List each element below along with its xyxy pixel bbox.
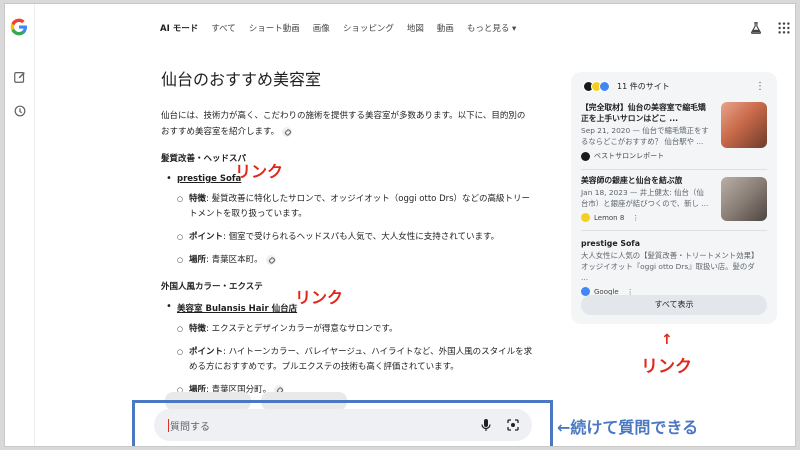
source-favicons	[583, 81, 610, 92]
link-chip-icon[interactable]	[265, 254, 276, 265]
mic-icon[interactable]	[480, 418, 492, 432]
source-card[interactable]: 美容師の銀座と仙台を結ぶ旅 Jan 18, 2023 — 井上健太: 仙台（仙台…	[581, 175, 767, 222]
search-placeholder: 質問する	[170, 422, 210, 433]
detail-item: 特徴: エクステとデザインカラーが得意なサロンです。	[161, 322, 533, 337]
apps-grid-icon[interactable]	[777, 21, 791, 35]
tab-ai-mode[interactable]: AI モード	[160, 22, 198, 34]
favicon-icon	[599, 81, 610, 92]
browser-frame: AI モード すべて ショート動画 画像 ショッピング 地図 動画 もっと見る …	[4, 3, 796, 447]
annotation-link-label: リンク	[235, 162, 284, 181]
history-icon[interactable]	[13, 104, 27, 118]
section-heading: 外国人風カラー・エクステ	[161, 282, 263, 292]
labs-flask-icon[interactable]	[749, 21, 763, 35]
tab-all[interactable]: すべて	[211, 22, 236, 34]
card-divider	[581, 169, 767, 170]
card-divider	[581, 230, 767, 231]
more-options-icon[interactable]: ⋮	[755, 81, 765, 92]
favicon-icon	[581, 213, 590, 222]
section-heading: 髪質改善・ヘッドスパ	[161, 154, 247, 164]
source-desc: 大人女性に人気の【髪質改善・トリートメント効果】オッジイオット『oggi ott…	[581, 251, 759, 282]
sources-panel: 11 件のサイト ⋮ 【完全取材】仙台の美容室で縮毛矯正を上手いサロンはどこ .…	[571, 72, 777, 324]
source-title[interactable]: 【完全取材】仙台の美容室で縮毛矯正を上手いサロンはどこ ...	[581, 102, 709, 124]
lens-icon[interactable]	[506, 418, 520, 432]
source-title[interactable]: prestige Sofa	[581, 238, 709, 249]
intro-text: 仙台には、技術力が高く、こだわりの施術を提供する美容室が多数あります。以下に、目…	[161, 111, 526, 137]
tab-more[interactable]: もっと見る ▾	[467, 22, 516, 34]
salon-item: 美容室 Bulansis Hair 仙台店	[161, 301, 533, 314]
tab-shopping[interactable]: ショッピング	[343, 22, 394, 34]
salon-item: prestige Sofa	[161, 173, 533, 184]
annotation-continue-label: ←続けて質問できる	[557, 418, 699, 437]
tab-videos[interactable]: 動画	[437, 22, 454, 34]
source-card[interactable]: 【完全取材】仙台の美容室で縮毛矯正を上手いサロンはどこ ... Sep 21, …	[581, 102, 767, 161]
tab-short-videos[interactable]: ショート動画	[249, 22, 300, 34]
annotation-arrow: ↑	[661, 332, 673, 348]
source-site: ベストサロンレポート	[581, 151, 767, 161]
annotation-link-label: リンク	[641, 357, 692, 377]
source-title[interactable]: 美容師の銀座と仙台を結ぶ旅	[581, 175, 709, 186]
source-thumbnail[interactable]	[721, 177, 767, 221]
tab-images[interactable]: 画像	[313, 22, 330, 34]
detail-item: ポイント: 個室で受けられるヘッドスパも人気で、大人女性に支持されています。	[161, 230, 533, 245]
annotation-link-label: リンク	[295, 288, 344, 307]
detail-item: ポイント: ハイトーンカラー、バレイヤージュ、ハイライトなど、外国人風のスタイル…	[161, 345, 533, 375]
follow-up-input[interactable]: 質問する	[154, 409, 532, 441]
left-sidebar	[5, 4, 35, 446]
tab-maps[interactable]: 地図	[407, 22, 424, 34]
text-caret	[168, 419, 169, 432]
salon-link[interactable]: 美容室 Bulansis Hair 仙台店	[177, 304, 297, 314]
show-all-button[interactable]: すべて表示	[581, 295, 767, 315]
source-thumbnail[interactable]	[721, 102, 767, 148]
source-card[interactable]: prestige Sofa 大人女性に人気の【髪質改善・トリートメント効果】オッ…	[581, 238, 767, 296]
salon-link[interactable]: prestige Sofa	[177, 174, 241, 184]
sources-header: 11 件のサイト	[583, 81, 670, 92]
sources-count: 11 件のサイト	[617, 82, 670, 91]
detail-item: 特徴: 髪質改善に特化したサロンで、オッジイオット（oggi otto Drs）…	[161, 192, 533, 222]
favicon-icon	[581, 151, 590, 161]
page-title: 仙台のおすすめ美容室	[161, 70, 322, 89]
new-chat-icon[interactable]	[13, 70, 27, 84]
source-desc: Jan 18, 2023 — 井上健太: 仙台（仙台市）と銀座が結びつくので、新…	[581, 188, 709, 208]
top-nav-tabs: AI モード すべて ショート動画 画像 ショッピング 地図 動画 もっと見る …	[160, 18, 516, 38]
google-logo[interactable]	[9, 17, 29, 37]
detail-item: 場所: 青葉区本町。	[161, 253, 533, 268]
link-chip-icon[interactable]	[282, 126, 293, 137]
source-desc: Sep 21, 2020 — 仙台で縮毛矯正をするならどこがおすすめ？ 仙台駅や…	[581, 126, 709, 146]
ai-answer: 仙台のおすすめ美容室 仙台には、技術力が高く、こだわりの施術を提供する美容室が多…	[161, 66, 533, 398]
